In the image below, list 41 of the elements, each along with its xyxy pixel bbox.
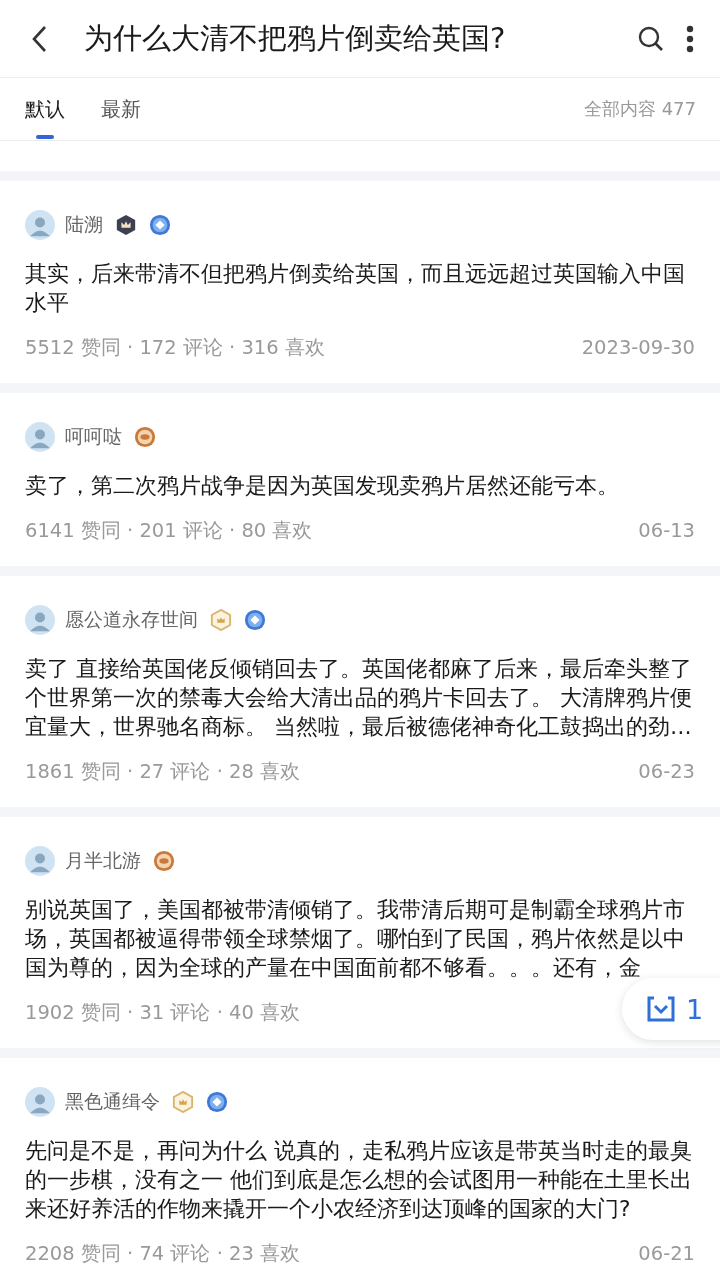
author-name[interactable]: 陆溯 [65,212,103,238]
round-badge-icon [134,426,156,448]
round-badge-icon [149,214,171,236]
search-icon[interactable] [638,25,664,52]
author-name[interactable]: 呵呵哒 [65,424,122,450]
answer-stats: 1861 赞同 · 27 评论 · 28 喜欢 [25,758,301,785]
tab[interactable]: 默认 [25,78,65,140]
hexagon-badge-icon [172,1091,194,1113]
author-name[interactable]: 愿公道永存世间 [65,607,198,633]
count-label: 1 [686,993,704,1025]
answer-date: 06-23 [638,759,695,783]
avatar-icon [25,422,55,452]
tray-icon [646,995,676,1023]
answer-stats: 5512 赞同 · 172 评论 · 316 喜欢 [25,334,325,361]
answer-date: 06-13 [638,518,695,542]
answer-stats: 2208 赞同 · 74 评论 · 23 喜欢 [25,1240,301,1267]
tab[interactable]: 最新 [101,78,141,140]
answer-text[interactable]: 卖了 直接给英国佬反倾销回去了。英国佬都麻了后来，最后牵头整了个世界第一次的禁毒大会给大清出品的鸦片卡回去了。 大清牌鸦片便宜量大，世界驰名商标。 当然啦，最后被德佬神奇化工鼓捣出的劲… [25,654,695,741]
avatar-icon [25,210,55,240]
back-icon[interactable] [30,24,48,53]
avatar-icon [25,1087,55,1117]
answer-text[interactable]: 其实，后来带清不但把鸦片倒卖给英国，而且远远超过英国输入中国水平 [25,259,695,317]
author-name[interactable]: 黑色通缉令 [65,1089,160,1115]
page-title: 为什么大清不把鸦片倒卖给英国? [84,19,507,57]
hexagon-badge-icon [210,609,232,631]
answer-date: 2023-09-30 [581,335,695,359]
answer-text[interactable]: 先问是不是，再问为什么 说真的，走私鸦片应该是带英当时走的最臭的一步棋，没有之一 他们到底是怎么想的会试图用一种能在土里长出来还好养活的作物来撬开一个小农经济到达顶峰的国家的大门? [25,1136,695,1223]
hexagon-badge-icon [115,214,137,236]
more-icon[interactable] [686,24,694,53]
answer-stats: 1902 赞同 · 31 评论 · 40 喜欢 [25,999,301,1026]
round-badge-icon [153,850,175,872]
avatar-icon [25,605,55,635]
avatar-icon [25,846,55,876]
content-count: 全部内容 477 [583,97,696,121]
author-name[interactable]: 月半北游 [65,848,141,874]
answer-stats: 6141 赞同 · 201 评论 · 80 喜欢 [25,517,313,544]
floating-button[interactable]: 1 [622,978,720,1040]
answer-text[interactable]: 卖了，第二次鸦片战争是因为英国发现卖鸦片居然还能亏本。 [25,471,695,500]
answer-date: 06-21 [638,1241,695,1265]
round-badge-icon [206,1091,228,1113]
round-badge-icon [244,609,266,631]
